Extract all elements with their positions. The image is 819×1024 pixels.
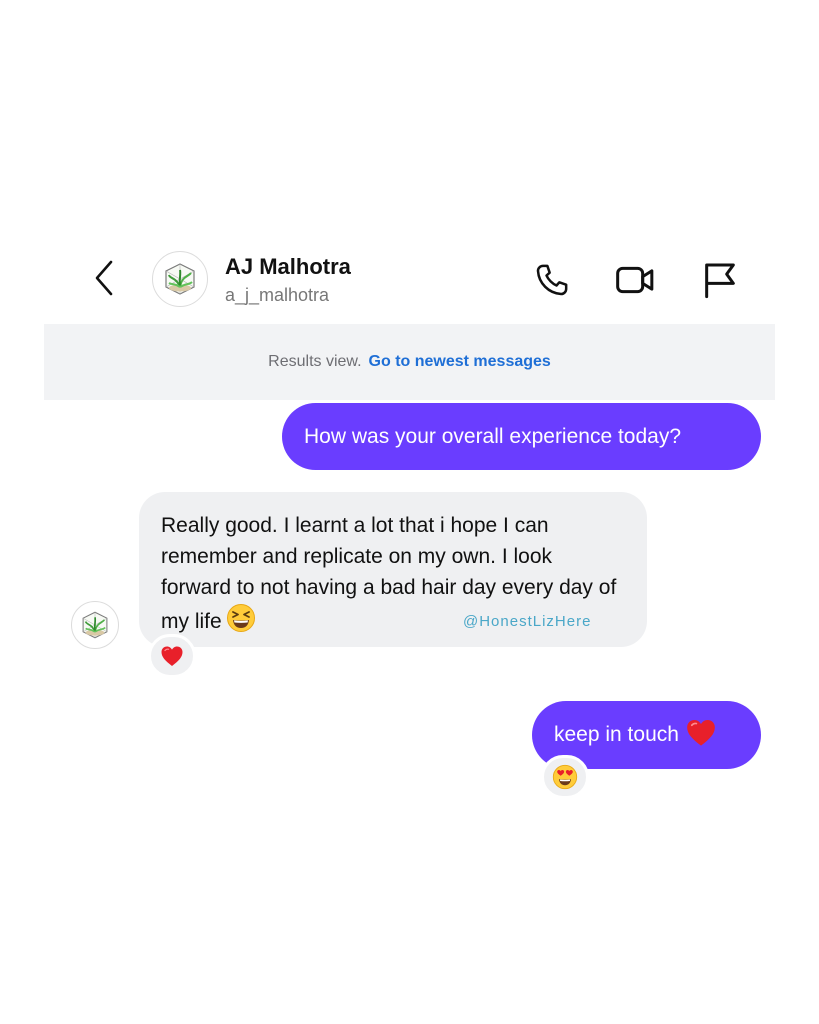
heart-eyes-face-icon bbox=[552, 764, 578, 790]
flag-icon bbox=[705, 263, 735, 299]
contact-handle: a_j_malhotra bbox=[225, 285, 330, 305]
message-text: keep in touch bbox=[554, 723, 679, 746]
terrarium-plant-icon bbox=[165, 263, 195, 295]
report-button[interactable] bbox=[698, 258, 742, 302]
back-button[interactable] bbox=[88, 258, 120, 298]
message-reaction[interactable] bbox=[148, 634, 196, 678]
chevron-left-icon bbox=[95, 260, 113, 296]
results-view-bar: Results view. Go to newest messages bbox=[44, 324, 775, 400]
red-heart-icon bbox=[685, 718, 717, 753]
message-reaction[interactable] bbox=[541, 755, 589, 799]
video-camera-icon bbox=[616, 266, 654, 294]
terrarium-plant-icon bbox=[82, 611, 108, 639]
outgoing-message-bubble[interactable]: How was your overall experience today? bbox=[282, 403, 761, 470]
results-view-label: Results view. bbox=[268, 353, 362, 370]
red-heart-icon bbox=[161, 646, 183, 666]
chat-header: AJ Malhotra a_j_malhotra bbox=[0, 240, 819, 320]
contact-avatar[interactable] bbox=[152, 251, 208, 307]
go-to-newest-link[interactable]: Go to newest messages bbox=[369, 353, 551, 371]
sender-avatar[interactable] bbox=[71, 601, 119, 649]
video-call-button[interactable] bbox=[614, 258, 658, 302]
contact-name: AJ Malhotra bbox=[225, 254, 351, 279]
message-text: How was your overall experience today? bbox=[304, 424, 682, 448]
call-button[interactable] bbox=[530, 258, 574, 302]
grinning-squinting-face-icon bbox=[226, 603, 256, 642]
phone-icon bbox=[536, 264, 568, 296]
watermark: @HonestLizHere bbox=[463, 613, 592, 630]
